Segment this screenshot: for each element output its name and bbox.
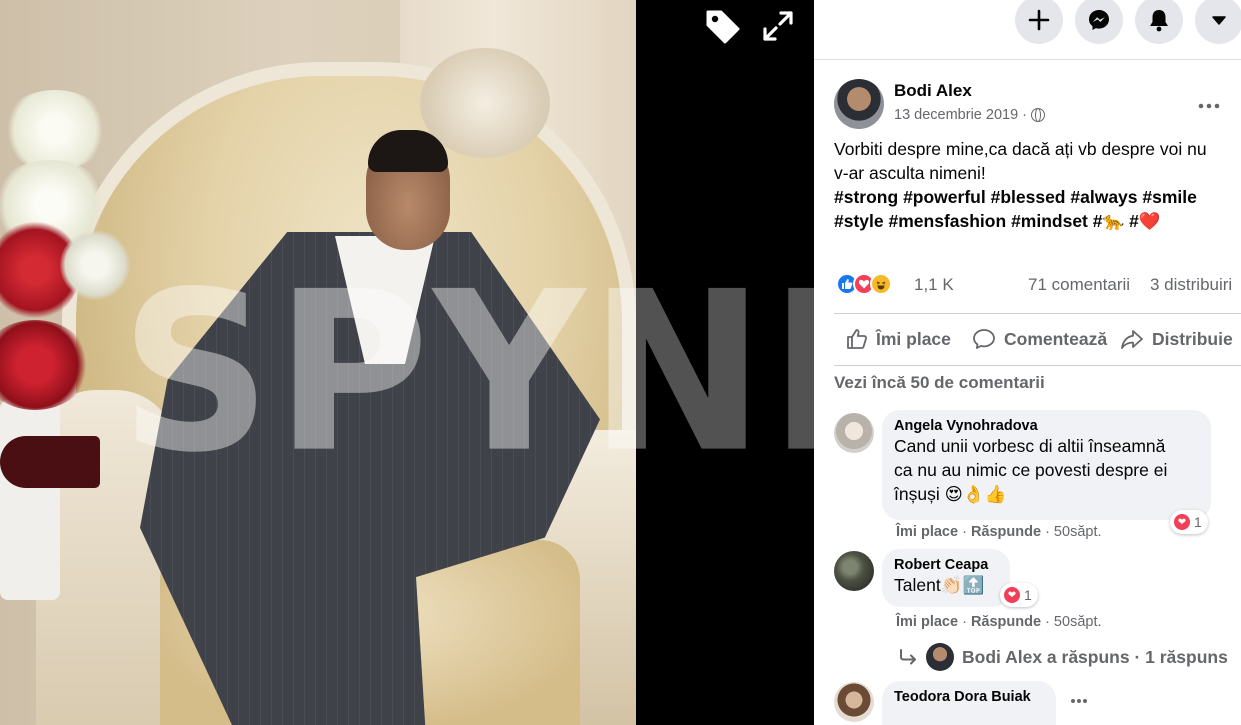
hashtag-link[interactable]: #strong	[834, 187, 898, 207]
tag-photo-button[interactable]	[700, 4, 744, 48]
photo-watermark-overflow-text: SPYNE	[636, 244, 814, 501]
hashtag-link[interactable]: #mensfashion	[889, 211, 1007, 231]
hashtags-line: #style #mensfashion #mindset #🐆 #❤️	[834, 209, 1236, 233]
account-menu-button[interactable]	[1195, 0, 1241, 44]
comment-time[interactable]: · 50săpt.	[1045, 614, 1101, 630]
author-name[interactable]: Bodi Alex	[894, 81, 972, 101]
like-button[interactable]: Îmi place	[846, 325, 951, 353]
comment-options-button[interactable]	[1070, 691, 1088, 709]
comment-reply-link[interactable]: Răspunde	[971, 614, 1041, 630]
chevron-down-icon	[1212, 16, 1226, 25]
tag-icon	[706, 10, 740, 44]
reply-author-avatar	[926, 643, 954, 671]
reactions-summary[interactable]	[836, 273, 892, 295]
comment-icon	[973, 329, 995, 349]
post-panel: Bodi Alex 13 decembrie 2019 · Vorbiti de…	[814, 61, 1241, 725]
share-label: Distribuie	[1152, 328, 1233, 349]
photo-viewer: SPYNE SPYNE	[0, 0, 814, 725]
comment-like-link[interactable]: Îmi place	[896, 614, 958, 630]
comment-button[interactable]: Comentează	[972, 325, 1107, 353]
top-bar	[814, 0, 1241, 60]
replies-summary[interactable]: Bodi Alex a răspuns · 1 răspuns	[898, 643, 1228, 671]
photo-flower	[0, 90, 110, 170]
hashtag-link[interactable]: #blessed	[991, 187, 1066, 207]
reactions-count[interactable]: 1,1 K	[914, 275, 954, 295]
commenter-avatar[interactable]	[834, 682, 874, 722]
comment-text-line: Cand unii vorbesc di altii înseamnă	[894, 436, 1166, 456]
comment-text-line: Talent👏🏻🔝	[894, 575, 985, 595]
commenter-name[interactable]: Angela Vynohradova	[894, 418, 1199, 434]
hashtag-link[interactable]: #powerful	[903, 187, 986, 207]
post-text-line: Vorbiti despre mine,ca dacă ați vb despr…	[834, 139, 1207, 159]
bell-icon	[1150, 10, 1168, 32]
comment-bubble: Angela Vynohradova Cand unii vorbesc di …	[882, 410, 1211, 520]
hashtag-link[interactable]: #style	[834, 211, 884, 231]
more-icon	[1071, 699, 1087, 703]
expand-icon	[763, 11, 793, 41]
photo-vase	[0, 400, 60, 600]
post-text-line: v-ar asculta nimeni!	[834, 163, 986, 183]
see-more-comments[interactable]: Vezi încă 50 de comentarii	[834, 373, 1045, 393]
photo-flower	[60, 230, 130, 300]
hashtag-link[interactable]: #smile	[1142, 187, 1196, 207]
commenter-avatar[interactable]	[834, 551, 874, 591]
hashtag-link[interactable]: #mindset	[1011, 211, 1088, 231]
post-options-button[interactable]	[1198, 89, 1220, 115]
fullscreen-button[interactable]	[756, 4, 800, 48]
messenger-icon	[1089, 10, 1109, 30]
comment-reactions-count: 1	[1024, 587, 1032, 603]
divider	[834, 313, 1241, 314]
share-button[interactable]: Distribuie	[1120, 325, 1233, 353]
photo-person-shoe	[0, 436, 100, 488]
hashtag-link[interactable]: #❤️	[1129, 211, 1161, 231]
comment-reactions-badge[interactable]: ❤ 1	[1000, 583, 1038, 607]
reply-arrow-icon	[900, 649, 916, 665]
globe-icon	[1031, 108, 1045, 122]
post-date[interactable]: 13 decembrie 2019 ·	[894, 107, 1027, 123]
comment-bubble: Teodora Dora Buiak	[882, 681, 1056, 725]
post-text: Vorbiti despre mine,ca dacă ați vb despr…	[834, 137, 1236, 233]
post-meta: 13 decembrie 2019 ·	[894, 107, 1045, 123]
post-photo[interactable]: SPYNE	[0, 0, 636, 725]
divider	[834, 365, 1241, 366]
haha-reaction-icon	[870, 273, 892, 295]
messenger-button[interactable]	[1075, 0, 1123, 44]
comment-reactions-count: 1	[1194, 514, 1202, 530]
commenter-avatar[interactable]	[834, 413, 874, 453]
replies-summary-text: Bodi Alex a răspuns · 1 răspuns	[962, 646, 1228, 667]
comment-text: Talent👏🏻🔝	[894, 573, 998, 597]
more-icon	[1198, 103, 1220, 109]
hashtags-line: #strong #powerful #blessed #always #smil…	[834, 185, 1236, 209]
author-avatar[interactable]	[834, 79, 884, 129]
comment-bubble: Robert Ceapa Talent👏🏻🔝	[882, 549, 1010, 607]
comment-reactions-badge[interactable]: ❤ 1	[1170, 510, 1208, 534]
comment-reply-link[interactable]: Răspunde	[971, 524, 1041, 540]
love-reaction-icon: ❤	[1174, 514, 1190, 530]
hashtag-link[interactable]: #🐆	[1093, 211, 1125, 231]
comment-actions: Îmi place · Răspunde · 50săpt.	[896, 614, 1102, 630]
comment-actions: Îmi place · Răspunde · 50săpt.	[896, 524, 1102, 540]
like-icon	[847, 329, 867, 349]
love-reaction-icon: ❤	[1004, 587, 1020, 603]
comment-time[interactable]: · 50săpt.	[1045, 524, 1101, 540]
hashtag-link[interactable]: #always	[1070, 187, 1137, 207]
comment-like-link[interactable]: Îmi place	[896, 524, 958, 540]
share-icon	[1121, 330, 1143, 349]
notifications-button[interactable]	[1135, 0, 1183, 44]
photo-watermark-overflow: SPYNE	[636, 0, 814, 725]
comment-label: Comentează	[1004, 328, 1108, 349]
plus-icon	[1028, 9, 1050, 31]
commenter-name[interactable]: Robert Ceapa	[894, 557, 998, 573]
comment-text-line: înșuși 😍👌👍	[894, 484, 1007, 504]
comment-text-line: ca nu au nimic ce povesti despre ei	[894, 460, 1168, 480]
comments-count[interactable]: 71 comentarii	[1028, 275, 1130, 295]
like-label: Îmi place	[876, 328, 951, 349]
shares-count[interactable]: 3 distribuiri	[1150, 275, 1232, 295]
comment-text: Cand unii vorbesc di altii înseamnă ca n…	[894, 434, 1199, 506]
commenter-name[interactable]: Teodora Dora Buiak	[894, 689, 1044, 705]
create-button[interactable]	[1015, 0, 1063, 44]
